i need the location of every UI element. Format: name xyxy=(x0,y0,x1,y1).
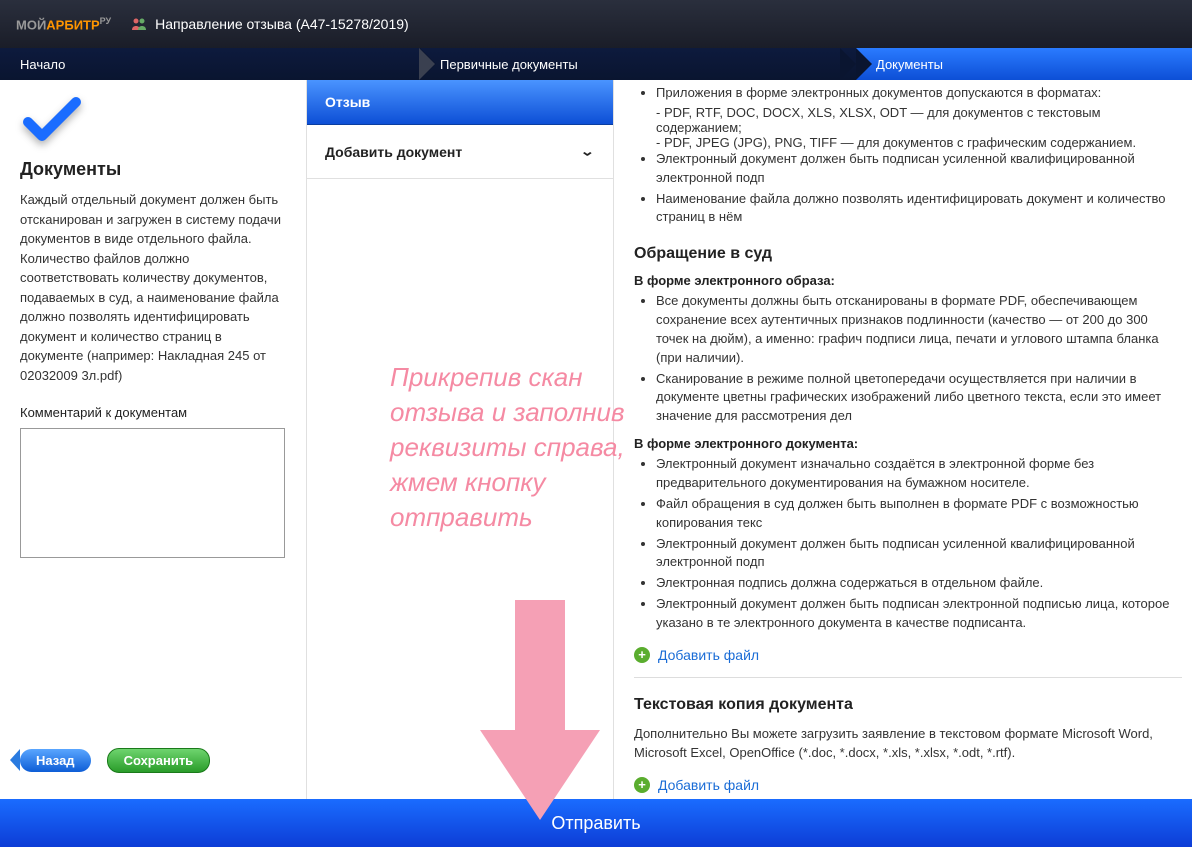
plus-icon: + xyxy=(634,647,650,663)
list-item: Все документы должны быть отсканированы … xyxy=(656,292,1182,367)
list-subitem: - PDF, RTF, DOC, DOCX, XLS, XLSX, ODT — … xyxy=(656,105,1182,135)
format-list: Приложения в форме электронных документо… xyxy=(634,84,1182,227)
subsection-image: В форме электронного образа: xyxy=(634,273,1182,288)
top-bar: МОЙАРБИТРРУ Направление отзыва (А47-1527… xyxy=(0,0,1192,48)
logo[interactable]: МОЙАРБИТРРУ xyxy=(16,16,111,32)
logo-moi: МОЙ xyxy=(16,17,46,32)
edoc-form-list: Электронный документ изначально создаётс… xyxy=(634,455,1182,633)
page-title: Направление отзыва (А47-15278/2019) xyxy=(131,16,409,32)
tab-review[interactable]: Отзыв xyxy=(307,80,613,125)
list-item: Электронный документ должен быть подписа… xyxy=(656,535,1182,573)
logo-arbitr: АРБИТР xyxy=(46,17,99,32)
save-button[interactable]: Сохранить xyxy=(107,748,211,773)
checkmark-icon xyxy=(20,94,286,149)
image-form-list: Все документы должны быть отсканированы … xyxy=(634,292,1182,426)
page-title-text: Направление отзыва (А47-15278/2019) xyxy=(155,16,409,32)
divider xyxy=(634,677,1182,678)
subsection-edoc: В форме электронного документа: xyxy=(634,436,1182,451)
left-panel: Документы Каждый отдельный документ долж… xyxy=(0,80,307,799)
section-textcopy-title: Текстовая копия документа xyxy=(634,696,1182,714)
list-item: Электронный документ должен быть подписа… xyxy=(656,150,1182,188)
list-item: Файл обращения в суд должен быть выполне… xyxy=(656,495,1182,533)
main-content: Документы Каждый отдельный документ долж… xyxy=(0,80,1192,799)
left-help-text: Каждый отдельный документ должен быть от… xyxy=(20,190,286,385)
right-panel: Приложения в форме электронных документо… xyxy=(614,80,1192,799)
list-item: Наименование файла должно позволять иден… xyxy=(656,190,1182,228)
chevron-down-icon: ⌄ xyxy=(580,144,595,159)
add-file-label: Добавить файл xyxy=(658,647,759,663)
section-court-title: Обращение в суд xyxy=(634,245,1182,263)
tab-add-label: Добавить документ xyxy=(325,144,462,160)
add-file-link-2[interactable]: + Добавить файл xyxy=(634,777,1182,793)
submit-button[interactable]: Отправить xyxy=(0,799,1192,847)
breadcrumb: Начало Первичные документы Документы xyxy=(0,48,1192,80)
breadcrumb-step-documents[interactable]: Документы xyxy=(856,48,1192,80)
breadcrumb-step-primary-docs[interactable]: Первичные документы xyxy=(420,48,856,80)
back-button[interactable]: Назад xyxy=(20,749,91,772)
list-item: Приложения в форме электронных документо… xyxy=(656,84,1182,103)
list-subitem: - PDF, JPEG (JPG), PNG, TIFF — для докум… xyxy=(656,135,1182,150)
textcopy-text: Дополнительно Вы можете загрузить заявле… xyxy=(634,724,1182,763)
mid-panel: Отзыв Добавить документ ⌄ xyxy=(307,80,614,799)
list-item: Электронная подпись должна содержаться в… xyxy=(656,574,1182,593)
left-title: Документы xyxy=(20,159,286,180)
users-icon xyxy=(131,16,147,32)
list-item: Электронный документ должен быть подписа… xyxy=(656,595,1182,633)
left-buttons: Назад Сохранить xyxy=(20,748,286,785)
add-file-link-1[interactable]: + Добавить файл xyxy=(634,647,1182,663)
comment-textarea[interactable] xyxy=(20,428,285,558)
add-file-label: Добавить файл xyxy=(658,777,759,793)
tab-add-document[interactable]: Добавить документ ⌄ xyxy=(307,125,613,179)
breadcrumb-step-start[interactable]: Начало xyxy=(0,48,420,80)
submit-label: Отправить xyxy=(551,813,640,834)
logo-ru: РУ xyxy=(100,16,111,26)
list-item: Сканирование в режиме полной цветопереда… xyxy=(656,370,1182,427)
list-item: Электронный документ изначально создаётс… xyxy=(656,455,1182,493)
plus-icon: + xyxy=(634,777,650,793)
comment-label: Комментарий к документам xyxy=(20,405,286,420)
